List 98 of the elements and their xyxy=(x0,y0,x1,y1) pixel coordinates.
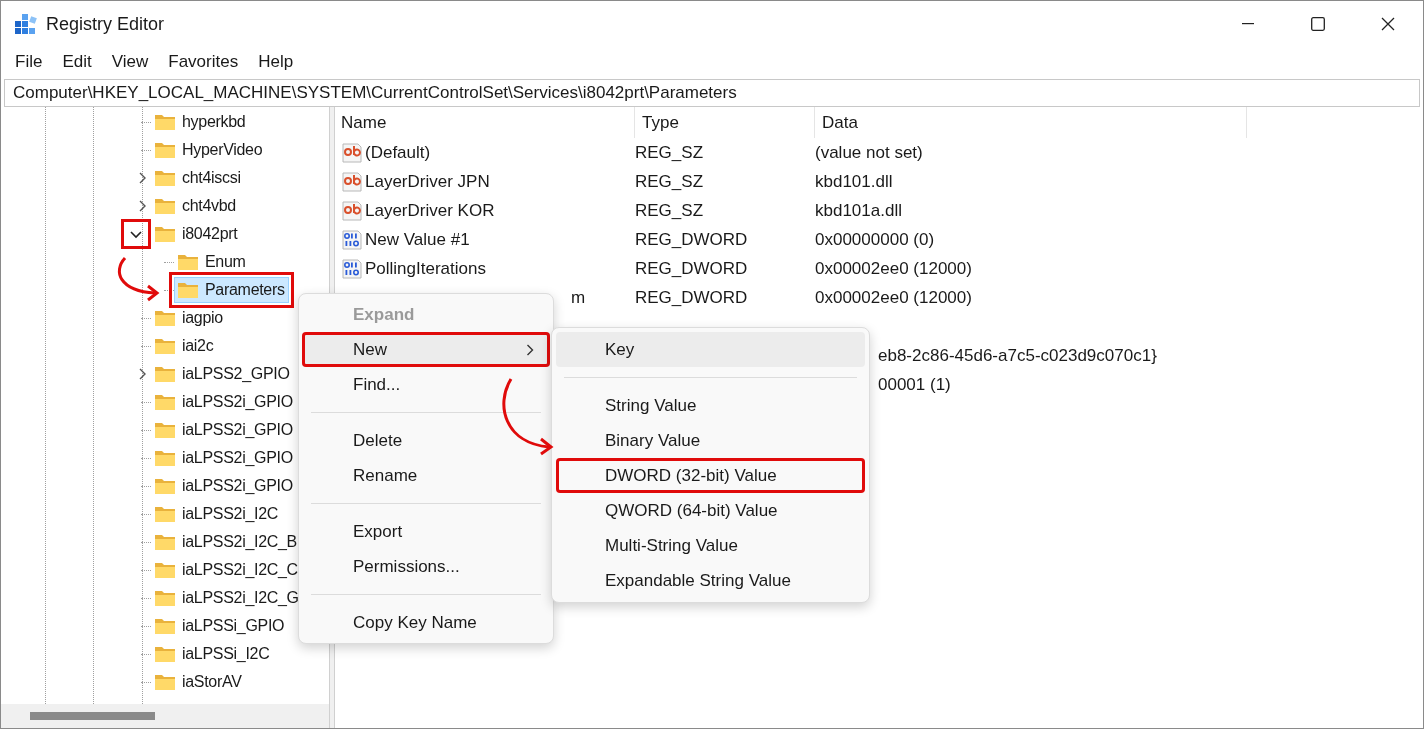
tree-item[interactable]: iaLPSS2i_I2C xyxy=(151,501,283,527)
menu-item[interactable]: DWORD (32-bit) Value xyxy=(556,458,865,493)
annotation-arrow xyxy=(118,257,160,302)
menu-bar-item[interactable]: Help xyxy=(248,49,304,75)
tree-item[interactable]: Enum xyxy=(174,249,250,275)
menu-item[interactable]: Find... xyxy=(302,367,550,402)
tree-item[interactable]: iaLPSS2i_GPIO xyxy=(151,473,297,499)
value-data: 0x00002ee0 (12000) xyxy=(815,258,972,278)
menu-item[interactable]: Multi-String Value xyxy=(556,528,865,563)
folder-icon xyxy=(177,281,199,299)
string-value-icon xyxy=(341,141,363,164)
tree-item[interactable]: iagpio xyxy=(151,305,227,331)
minimize-icon xyxy=(1242,23,1254,25)
folder-icon xyxy=(154,449,176,467)
column-header[interactable]: Data xyxy=(822,112,858,133)
menu-item[interactable]: Key xyxy=(556,332,865,367)
folder-icon xyxy=(154,197,176,215)
value-data: (value not set) xyxy=(815,142,923,162)
column-header[interactable]: Type xyxy=(642,112,679,133)
binary-value-icon xyxy=(341,228,363,251)
folder-icon xyxy=(154,421,176,439)
folder-icon xyxy=(154,393,176,411)
tree-item[interactable]: iaLPSSi_I2C xyxy=(151,641,274,667)
folder-icon xyxy=(154,169,176,187)
address-field[interactable]: Computer\HKEY_LOCAL_MACHINE\SYSTEM\CurrentControlSet\Services\i8042prt\Parameters xyxy=(4,79,1420,107)
close-icon xyxy=(1381,17,1395,31)
value-data: 0x00002ee0 (12000) xyxy=(815,287,972,307)
tree-item[interactable]: HyperVideo xyxy=(151,137,267,163)
menu-item[interactable]: New xyxy=(302,332,550,367)
value-name: LayerDriver JPN xyxy=(365,171,490,192)
menu-bar-item[interactable]: Favorites xyxy=(158,49,249,75)
tree-item[interactable]: iaLPSS2i_GPIO xyxy=(151,445,297,471)
tree-item[interactable]: cht4vbd xyxy=(151,193,240,219)
menu-item[interactable]: String Value xyxy=(556,388,865,423)
value-data: eb8-2c86-45d6-a7c5-c023d9c070c1} xyxy=(878,345,1157,365)
folder-icon xyxy=(154,589,176,607)
folder-icon xyxy=(154,505,176,523)
menu-item[interactable]: Permissions... xyxy=(302,549,550,584)
menu-item[interactable]: Rename xyxy=(302,458,550,493)
tree-item[interactable]: iaStorAV xyxy=(151,669,246,695)
value-type: REG_DWORD xyxy=(635,258,748,278)
menu-item[interactable]: Expandable String Value xyxy=(556,563,865,598)
value-data: 0x00000000 (0) xyxy=(815,229,935,249)
value-name: New Value #1 xyxy=(365,229,470,250)
tree-item[interactable]: cht4iscsi xyxy=(151,165,245,191)
value-type: REG_SZ xyxy=(635,200,704,220)
column-header[interactable]: Name xyxy=(341,112,387,133)
value-name: (Default) xyxy=(365,142,431,163)
folder-icon xyxy=(154,141,176,159)
folder-icon xyxy=(154,113,176,131)
value-data: kbd101a.dll xyxy=(815,200,902,220)
folder-icon xyxy=(154,365,176,383)
tree-item[interactable]: iaLPSS2_GPIO xyxy=(151,361,294,387)
tree-item[interactable]: Parameters xyxy=(174,277,289,303)
value-name: PollingIterations xyxy=(365,258,486,279)
value-type: REG_DWORD xyxy=(635,229,748,249)
maximize-icon xyxy=(1311,17,1325,31)
folder-icon xyxy=(154,561,176,579)
binary-value-icon xyxy=(341,257,363,280)
tree-item[interactable]: iaLPSS2i_I2C_B xyxy=(151,529,301,555)
menu-bar-item[interactable]: File xyxy=(5,49,53,75)
tree-item[interactable]: iaLPSS2i_GPIO xyxy=(151,389,297,415)
menu-item[interactable]: Copy Key Name xyxy=(302,605,550,640)
tree-item[interactable]: hyperkbd xyxy=(151,109,250,135)
folder-icon xyxy=(154,477,176,495)
string-value-icon xyxy=(341,199,363,222)
menu-bar-item[interactable]: Edit xyxy=(52,49,102,75)
folder-icon xyxy=(154,673,176,691)
value-type: REG_SZ xyxy=(635,171,704,191)
folder-icon xyxy=(154,645,176,663)
collapse-chevron-icon[interactable] xyxy=(121,219,151,249)
menu-item[interactable]: Binary Value xyxy=(556,423,865,458)
tree-item[interactable]: i8042prt xyxy=(151,221,242,247)
tree-item[interactable]: iai2c xyxy=(151,333,218,359)
folder-icon xyxy=(154,337,176,355)
menu-item[interactable]: QWORD (64-bit) Value xyxy=(556,493,865,528)
folder-icon xyxy=(154,309,176,327)
value-type: REG_DWORD xyxy=(635,287,748,307)
value-name: m xyxy=(571,287,586,308)
value-data: kbd101.dll xyxy=(815,171,893,191)
menu-item[interactable]: Export xyxy=(302,514,550,549)
folder-icon xyxy=(154,533,176,551)
menu-item[interactable]: Delete xyxy=(302,423,550,458)
value-name: LayerDriver KOR xyxy=(365,200,495,221)
tree-item[interactable]: iaLPSS2i_GPIO xyxy=(151,417,297,443)
value-data: 00001 (1) xyxy=(878,374,951,394)
folder-icon xyxy=(177,253,199,271)
value-type: REG_SZ xyxy=(635,142,704,162)
horizontal-scrollbar[interactable] xyxy=(1,704,329,728)
folder-icon xyxy=(154,617,176,635)
tree-item[interactable]: iaLPSSi_GPIO xyxy=(151,613,289,639)
window-title: Registry Editor xyxy=(46,13,166,35)
tree-item[interactable]: iaLPSS2i_I2C_C xyxy=(151,557,302,583)
registry-cubes-icon xyxy=(14,12,37,36)
tree-item[interactable]: iaLPSS2i_I2C_G xyxy=(151,585,303,611)
menu-bar-item[interactable]: View xyxy=(101,49,159,75)
string-value-icon xyxy=(341,170,363,193)
folder-icon xyxy=(154,225,176,243)
